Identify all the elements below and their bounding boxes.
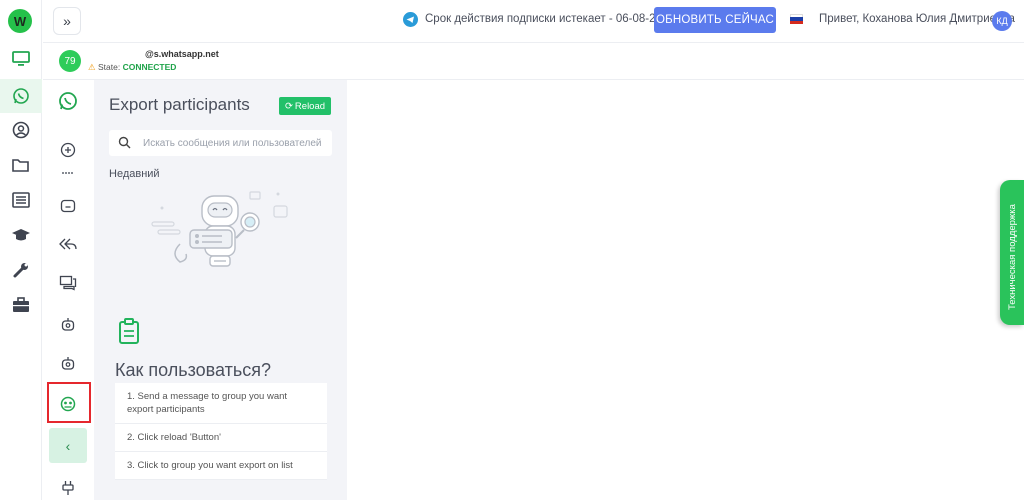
account-phone: @s.whatsapp.net bbox=[145, 49, 219, 59]
list-item: 3. Click to group you want export on lis… bbox=[115, 452, 327, 480]
export-participants-panel: Export participants ⟳ Reload Недавний bbox=[94, 80, 347, 500]
app-logo[interactable]: W bbox=[8, 9, 32, 33]
account-badge[interactable]: 79 bbox=[59, 50, 81, 72]
avatar[interactable]: КД bbox=[992, 11, 1012, 31]
reply-all-icon[interactable] bbox=[43, 229, 93, 259]
recent-label: Недавний bbox=[109, 168, 160, 180]
search-icon bbox=[118, 136, 131, 154]
state-value: CONNECTED bbox=[122, 62, 177, 72]
refresh-icon: ⟳ bbox=[284, 100, 293, 112]
account-header: 79 @s.whatsapp.net ⚠ State: CONNECTED bbox=[43, 44, 1024, 80]
tech-support-tab[interactable]: Техническая поддержка bbox=[1000, 180, 1024, 325]
list-icon[interactable] bbox=[0, 183, 42, 217]
main-sidebar: W bbox=[0, 0, 42, 500]
chat-bubbles-icon[interactable] bbox=[43, 268, 93, 298]
expand-sidebar-button[interactable]: » bbox=[53, 7, 81, 35]
status-icon: ⚠ bbox=[88, 62, 96, 72]
list-item: 2. Click reload 'Button' bbox=[115, 424, 327, 452]
robot-icon[interactable] bbox=[43, 309, 93, 339]
russian-flag-icon[interactable] bbox=[790, 14, 803, 24]
dash-icon bbox=[43, 158, 93, 188]
graduation-cap-icon[interactable] bbox=[0, 218, 42, 252]
instructions-list: 1. Send a message to group you want expo… bbox=[115, 383, 327, 480]
chevron-left-icon: ‹ bbox=[65, 437, 71, 454]
account-state: ⚠ State: CONNECTED bbox=[88, 62, 176, 73]
page-title: Export participants bbox=[109, 95, 250, 114]
how-to-title: Как пользоваться? bbox=[115, 360, 272, 380]
user-greeting[interactable]: Привет, Коханова Юлия Дмитриевна bbox=[819, 13, 1015, 25]
search-input[interactable] bbox=[143, 134, 327, 152]
telegram-icon bbox=[403, 12, 418, 27]
list-item: 1. Send a message to group you want expo… bbox=[115, 383, 327, 424]
selected-tool-highlight bbox=[47, 382, 91, 423]
user-circle-icon[interactable] bbox=[0, 113, 42, 147]
search-box bbox=[109, 130, 332, 156]
folder-icon[interactable] bbox=[0, 148, 42, 182]
whatsapp-icon[interactable] bbox=[0, 79, 42, 113]
chat-dots-icon[interactable] bbox=[43, 191, 93, 221]
briefcase-icon[interactable] bbox=[0, 288, 42, 322]
subscription-notice: Срок действия подписки истекает - 06-08-… bbox=[425, 13, 675, 25]
robot-illustration bbox=[150, 188, 290, 293]
robot-icon[interactable] bbox=[43, 348, 93, 378]
chevrons-right-icon: » bbox=[63, 13, 71, 29]
top-bar: » Срок действия подписки истекает - 06-0… bbox=[43, 0, 1024, 43]
reload-label: Reload bbox=[294, 100, 326, 112]
clipboard-icon bbox=[118, 318, 140, 349]
whatsapp-icon[interactable] bbox=[43, 86, 93, 116]
state-label: State: bbox=[98, 62, 121, 72]
monitor-icon[interactable] bbox=[0, 42, 42, 76]
renew-now-button[interactable]: ОБНОВИТЬ СЕЙЧАС bbox=[654, 7, 776, 33]
collapse-panel-button[interactable]: ‹ bbox=[49, 428, 87, 463]
tech-support-label: Техническая поддержка bbox=[1007, 204, 1018, 310]
reload-button[interactable]: ⟳ Reload bbox=[279, 97, 331, 115]
plug-icon[interactable] bbox=[43, 473, 93, 503]
wrench-icon[interactable] bbox=[0, 253, 42, 287]
